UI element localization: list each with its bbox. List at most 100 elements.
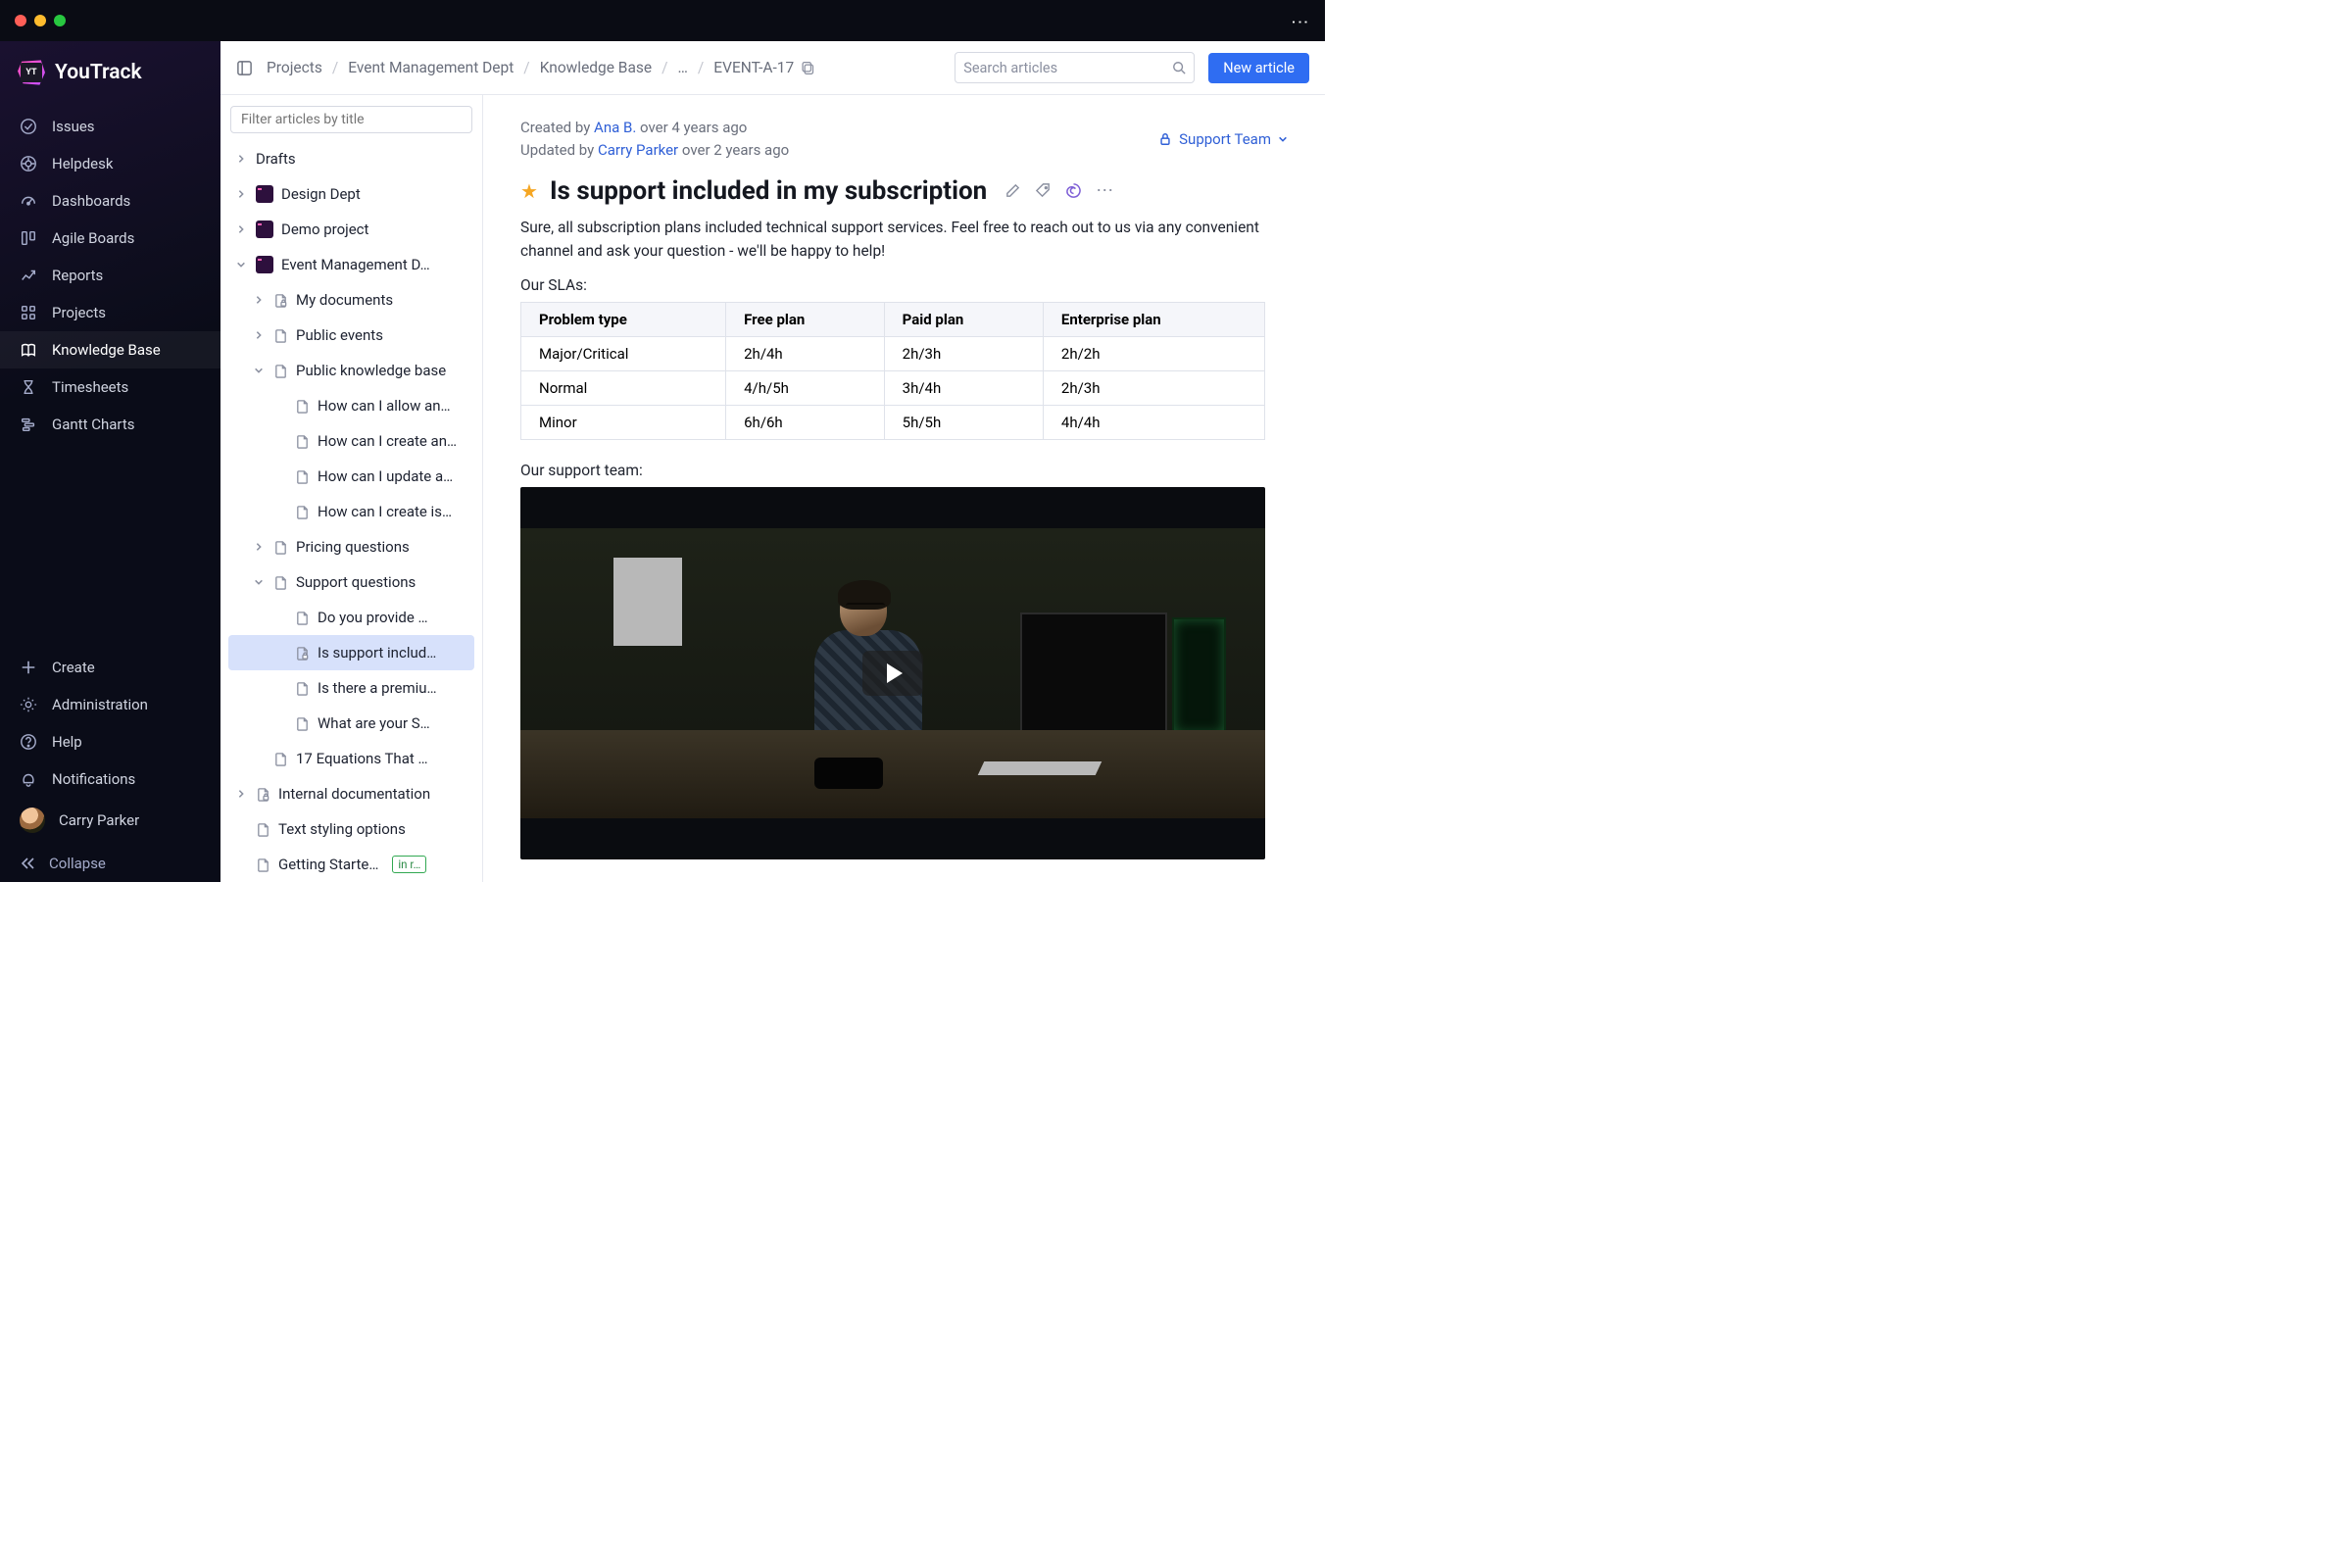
sidebar-item-timesheets[interactable]: Timesheets	[0, 368, 220, 406]
edit-icon[interactable]	[1004, 182, 1021, 199]
document-icon	[295, 716, 310, 731]
tree-row[interactable]: Is there a premiu…	[228, 670, 474, 706]
copy-id-icon[interactable]	[801, 61, 815, 75]
chevron-right-icon[interactable]	[252, 295, 266, 305]
article-tree-pane: Drafts Design DeptDemo project Event Manag…	[220, 95, 483, 882]
breadcrumb-item[interactable]: …	[678, 59, 688, 76]
search-input[interactable]: Search articles	[955, 52, 1195, 83]
sidebar-item-help[interactable]: Help	[0, 723, 220, 760]
tree-row[interactable]: Event Management D…	[228, 247, 474, 282]
tree-row[interactable]: How can I update a…	[228, 459, 474, 494]
chevron-right-icon[interactable]	[252, 330, 266, 340]
tree-row[interactable]: Is support includ…	[228, 635, 474, 670]
tree-row-label: How can I allow an…	[318, 397, 451, 415]
table-cell: 2h/4h	[726, 336, 885, 370]
play-button-icon[interactable]	[862, 651, 923, 696]
maximize-window-button[interactable]	[54, 15, 66, 26]
sidebar-item-administration[interactable]: Administration	[0, 686, 220, 723]
sidebar-item-reports[interactable]: Reports	[0, 257, 220, 294]
tree-row[interactable]: Demo project	[228, 212, 474, 247]
chevron-down-icon[interactable]	[234, 260, 248, 270]
sidebar-item-dashboards[interactable]: Dashboards	[0, 182, 220, 220]
filter-articles-input[interactable]	[230, 106, 472, 133]
tree-row[interactable]: How can I create is…	[228, 494, 474, 529]
tree-row[interactable]: How can I allow an…	[228, 388, 474, 423]
tree-row[interactable]: 17 Equations That …	[228, 741, 474, 776]
document-lock-icon	[295, 646, 310, 661]
sidebar-item-issues[interactable]: Issues	[0, 108, 220, 145]
document-icon	[273, 752, 288, 766]
sla-table: Problem typeFree planPaid planEnterprise…	[520, 302, 1265, 440]
app-logo[interactable]: YT YouTrack	[0, 59, 220, 108]
sidebar-item-agile-boards[interactable]: Agile Boards	[0, 220, 220, 257]
ai-spiral-icon[interactable]	[1065, 182, 1082, 199]
updated-by-link[interactable]: Carry Parker	[598, 141, 678, 159]
sidebar-item-create[interactable]: Create	[0, 649, 220, 686]
collapse-label: Collapse	[49, 855, 106, 872]
table-cell: 5h/5h	[884, 405, 1043, 439]
breadcrumb-item[interactable]: Knowledge Base	[540, 59, 652, 76]
plus-icon	[20, 659, 37, 676]
tree-row-label: Pricing questions	[296, 538, 410, 556]
tree-row[interactable]: My documents	[228, 282, 474, 318]
sidebar-item-label: Knowledge Base	[52, 341, 161, 359]
sla-heading: Our SLAs:	[520, 276, 1288, 294]
tag-icon[interactable]	[1035, 182, 1052, 199]
tree-row[interactable]: Design Dept	[228, 176, 474, 212]
chevron-down-icon[interactable]	[252, 366, 266, 375]
sidebar-item-helpdesk[interactable]: Helpdesk	[0, 145, 220, 182]
table-row: Major/Critical2h/4h2h/3h2h/2h	[521, 336, 1265, 370]
breadcrumb-item[interactable]: EVENT-A-17	[713, 59, 794, 76]
tree-row[interactable]: What are your S…	[228, 706, 474, 741]
document-icon	[295, 611, 310, 625]
breadcrumb-root-icon[interactable]	[236, 60, 253, 76]
sidebar-item-gantt-charts[interactable]: Gantt Charts	[0, 406, 220, 443]
sidebar-item-label: Reports	[52, 267, 103, 284]
breadcrumb-item[interactable]: Event Management Dept	[348, 59, 514, 76]
breadcrumb-separator: /	[523, 59, 529, 76]
chevron-right-icon[interactable]	[234, 154, 248, 164]
tree-row[interactable]: Drafts	[228, 141, 474, 176]
close-window-button[interactable]	[15, 15, 26, 26]
sidebar-item-notifications[interactable]: Notifications	[0, 760, 220, 798]
tree-row[interactable]: Internal documentation	[228, 776, 474, 811]
tree-row[interactable]: Do you provide …	[228, 600, 474, 635]
tree-row-label: 17 Equations That …	[296, 750, 428, 767]
tree-row-label: Is there a premiu…	[318, 679, 437, 697]
window-more-menu[interactable]: ⋮	[1290, 13, 1310, 28]
chevron-right-icon[interactable]	[234, 224, 248, 234]
tree-row[interactable]: Support questions	[228, 564, 474, 600]
new-article-button[interactable]: New article	[1208, 53, 1309, 83]
breadcrumb-current[interactable]: EVENT-A-17	[713, 59, 815, 76]
sidebar-collapse-button[interactable]: Collapse	[0, 843, 220, 872]
chevron-down-icon[interactable]	[252, 577, 266, 587]
collapse-icon	[20, 856, 35, 871]
sidebar: YT YouTrack IssuesHelpdeskDashboardsAgil…	[0, 41, 220, 882]
sidebar-item-knowledge-base[interactable]: Knowledge Base	[0, 331, 220, 368]
created-by-link[interactable]: Ana B.	[594, 119, 636, 136]
chevron-right-icon[interactable]	[234, 189, 248, 199]
chevron-right-icon[interactable]	[234, 789, 248, 799]
chevron-right-icon[interactable]	[252, 542, 266, 552]
support-team-video[interactable]	[520, 487, 1265, 859]
more-actions-icon[interactable]: ⋯	[1096, 180, 1114, 201]
tree-row-label: Event Management D…	[281, 256, 430, 273]
tree-row[interactable]: Public knowledge base	[228, 353, 474, 388]
visibility-scope-dropdown[interactable]: Support Team	[1158, 117, 1288, 163]
sidebar-item-projects[interactable]: Projects	[0, 294, 220, 331]
tree-row[interactable]: Getting Starte…in r…	[228, 847, 474, 882]
sidebar-current-user[interactable]: Carry Parker	[0, 798, 220, 843]
table-cell: Major/Critical	[521, 336, 726, 370]
app-name: YouTrack	[55, 61, 142, 84]
minimize-window-button[interactable]	[34, 15, 46, 26]
tree-row[interactable]: Pricing questions	[228, 529, 474, 564]
search-icon	[1172, 61, 1186, 74]
tree-row[interactable]: Text styling options	[228, 811, 474, 847]
breadcrumb-item[interactable]: Projects	[267, 59, 322, 76]
tree-row[interactable]: How can I create an…	[228, 423, 474, 459]
project-icon	[256, 185, 273, 203]
document-icon	[256, 822, 270, 837]
tree-row-label: Drafts	[256, 150, 296, 168]
star-icon[interactable]: ★	[520, 179, 538, 203]
tree-row[interactable]: Public events	[228, 318, 474, 353]
